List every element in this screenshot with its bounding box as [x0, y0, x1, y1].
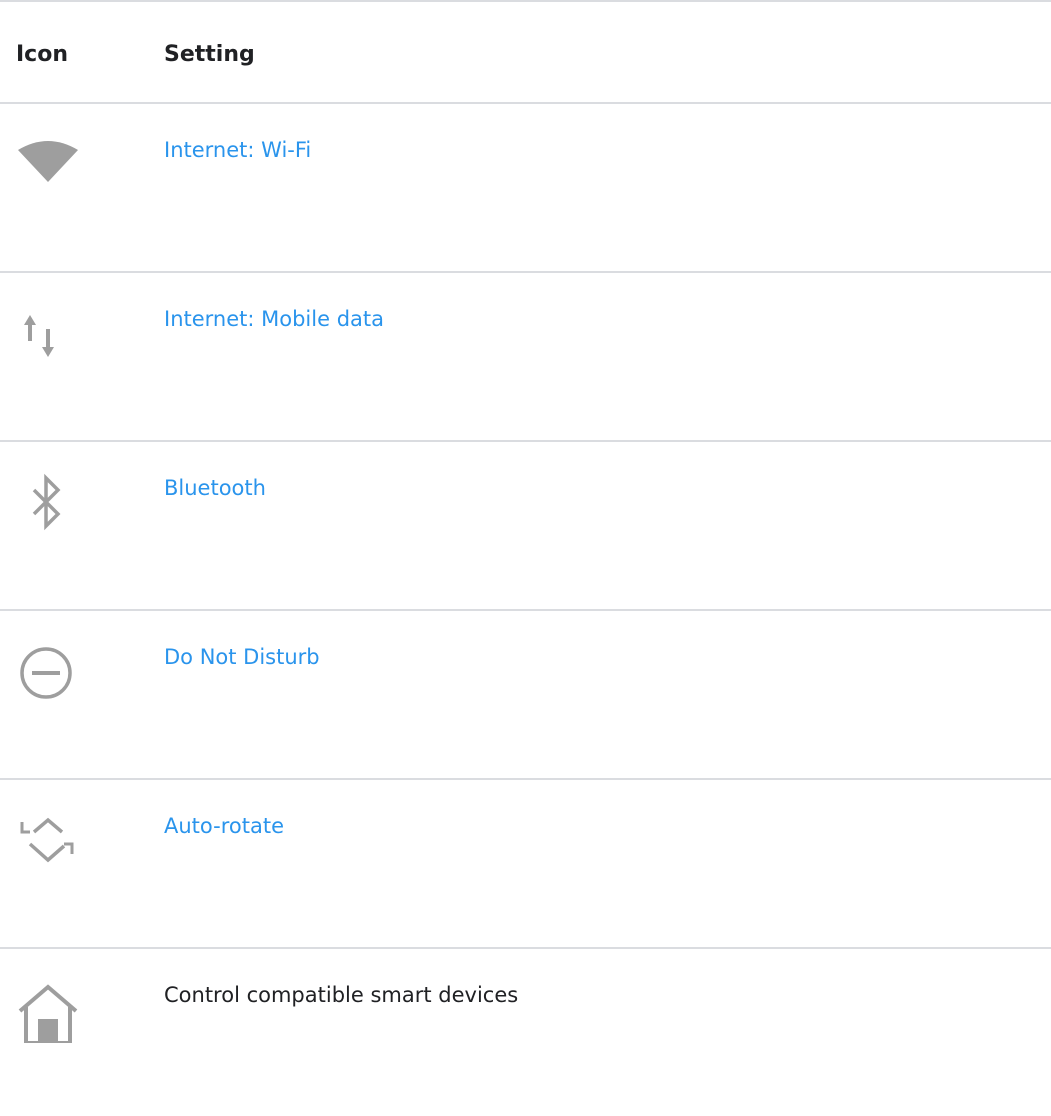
- icon-cell: [0, 609, 146, 779]
- setting-cell: Do Not Disturb: [146, 609, 1051, 779]
- quick-settings-table: Icon Setting Internet: Wi-Fi Internet: M…: [0, 0, 1051, 1116]
- auto-rotate-link[interactable]: Auto-rotate: [164, 814, 284, 838]
- control-smart-devices-label: Control compatible smart devices: [164, 983, 519, 1007]
- auto-rotate-icon: [20, 817, 74, 863]
- icon-cell: [0, 947, 146, 1116]
- table-row: Internet: Mobile data: [0, 271, 1051, 441]
- table-row: Internet: Wi-Fi: [0, 102, 1051, 272]
- table-row: Control compatible smart devices: [0, 947, 1051, 1116]
- setting-cell: Internet: Mobile data: [146, 271, 1051, 441]
- icon-cell: [0, 778, 146, 948]
- setting-cell: Auto-rotate: [146, 778, 1051, 948]
- setting-cell: Control compatible smart devices: [146, 947, 1051, 1116]
- bluetooth-link[interactable]: Bluetooth: [164, 476, 266, 500]
- icon-cell: [0, 102, 146, 272]
- icon-column-header: Icon: [0, 0, 146, 103]
- internet-wifi-link[interactable]: Internet: Wi-Fi: [164, 138, 311, 162]
- do-not-disturb-link[interactable]: Do Not Disturb: [164, 645, 320, 669]
- table-row: Auto-rotate: [0, 778, 1051, 948]
- mobile-data-icon: [24, 315, 54, 357]
- table-row: Do Not Disturb: [0, 609, 1051, 779]
- wifi-icon: [18, 141, 78, 182]
- table-header-row: Icon Setting: [0, 0, 1051, 103]
- do-not-disturb-icon: [20, 647, 72, 699]
- table-row: Bluetooth: [0, 440, 1051, 610]
- icon-cell: [0, 440, 146, 610]
- setting-column-header: Setting: [146, 0, 1051, 103]
- internet-mobile-data-link[interactable]: Internet: Mobile data: [164, 307, 384, 331]
- setting-cell: Bluetooth: [146, 440, 1051, 610]
- bluetooth-icon: [32, 473, 61, 531]
- home-icon: [18, 984, 78, 1043]
- setting-cell: Internet: Wi-Fi: [146, 102, 1051, 272]
- icon-cell: [0, 271, 146, 441]
